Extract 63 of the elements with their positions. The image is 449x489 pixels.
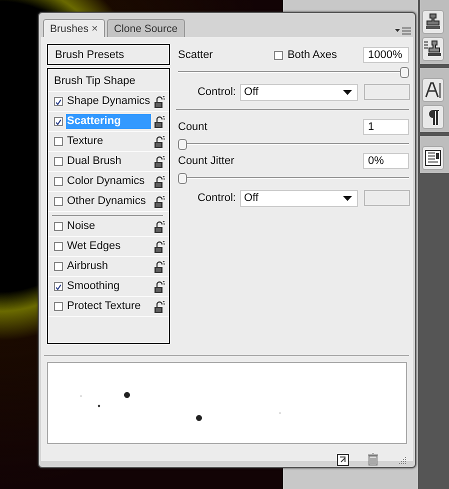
clone-stamp-icon[interactable] <box>422 37 444 61</box>
lock-icon[interactable] <box>154 240 165 252</box>
control-label: Control: <box>196 192 236 204</box>
value-field[interactable]: 1 <box>363 119 409 135</box>
checkbox[interactable] <box>54 262 63 271</box>
list-item[interactable]: Airbrush <box>66 259 151 274</box>
checkbox[interactable] <box>54 302 63 311</box>
lock-icon[interactable] <box>154 136 165 148</box>
checkbox[interactable] <box>54 117 63 126</box>
lock-icon[interactable] <box>154 116 165 128</box>
trash-icon[interactable] <box>367 453 379 466</box>
checkbox[interactable] <box>54 222 63 231</box>
checkbox[interactable] <box>274 50 284 60</box>
list-item[interactable]: Shape Dynamics <box>66 94 151 109</box>
setting-label: Count <box>178 121 208 133</box>
paragraph-icon[interactable] <box>422 105 444 129</box>
checkbox[interactable] <box>54 177 63 186</box>
checkbox[interactable] <box>54 242 63 251</box>
checkbox[interactable] <box>54 282 63 291</box>
document-icon[interactable] <box>422 146 444 170</box>
character-icon[interactable] <box>422 78 444 102</box>
checkbox[interactable] <box>54 97 63 106</box>
caret-icon[interactable] <box>343 90 352 94</box>
list-item[interactable]: Protect Texture <box>66 299 151 314</box>
list-item[interactable]: Smoothing <box>66 279 151 294</box>
lock-icon[interactable] <box>154 260 165 272</box>
lock-icon[interactable] <box>154 280 165 292</box>
list-item[interactable]: Noise <box>66 219 151 234</box>
brush-presets-button[interactable]: Brush Presets <box>47 44 170 65</box>
checkbox[interactable] <box>54 197 63 206</box>
lock-icon[interactable] <box>154 196 165 208</box>
slider-thumb[interactable] <box>178 173 187 184</box>
value-field[interactable]: 0% <box>363 153 409 169</box>
disabled-field <box>364 190 410 206</box>
lock-icon[interactable] <box>154 300 165 312</box>
slider-thumb[interactable] <box>178 139 187 150</box>
checkbox[interactable] <box>54 137 63 146</box>
caret-icon[interactable] <box>343 196 352 200</box>
list-item[interactable]: Wet Edges <box>66 239 151 254</box>
list-item[interactable]: Brush Tip Shape <box>54 74 165 89</box>
panel-menu-icon[interactable] <box>395 27 411 35</box>
setting-label: Count Jitter <box>178 155 236 167</box>
stamp-icon[interactable] <box>422 10 444 34</box>
lock-icon[interactable] <box>154 176 165 188</box>
slider-thumb[interactable] <box>400 67 409 78</box>
panel-tab[interactable]: Clone Source <box>106 19 185 37</box>
disabled-field <box>364 84 410 100</box>
list-item[interactable]: Other Dynamics <box>66 194 151 209</box>
list-item[interactable]: Color Dynamics <box>66 174 151 189</box>
setting-label: Scatter <box>178 49 214 61</box>
panel-tab[interactable]: Brushes × <box>43 19 105 37</box>
value-field[interactable]: 1000% <box>363 47 409 63</box>
lock-icon[interactable] <box>154 220 165 232</box>
control-dropdown[interactable]: Off <box>240 190 358 206</box>
list-item[interactable]: Texture <box>66 134 151 149</box>
control-dropdown[interactable]: Off <box>240 84 358 100</box>
lock-icon[interactable] <box>154 96 165 108</box>
lock-icon[interactable] <box>154 156 165 168</box>
control-label: Control: <box>196 86 236 98</box>
checkbox[interactable] <box>54 157 63 166</box>
new-brush-icon[interactable] <box>337 454 349 466</box>
list-item[interactable]: Dual Brush <box>66 154 151 169</box>
checkbox-label: Both Axes <box>287 49 337 61</box>
